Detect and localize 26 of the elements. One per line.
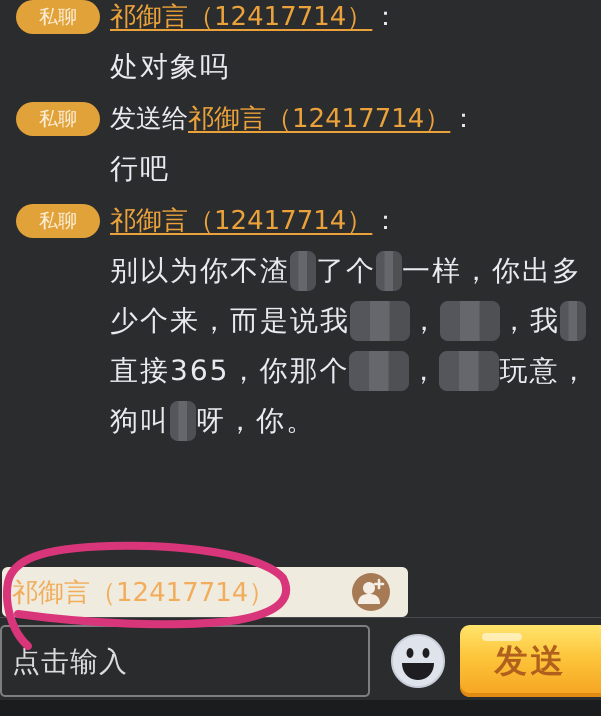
message-text: 狗叫 <box>110 403 170 439</box>
reply-target-name: 祁御言（12417714） <box>12 576 274 610</box>
message-text: 一样，你出多 <box>402 253 582 289</box>
message-header: 祁御言（12417714）： <box>110 205 398 238</box>
message-header: 发送给祁御言（12417714）： <box>110 103 476 136</box>
username-link[interactable]: 祁御言（12417714） <box>110 206 372 236</box>
private-chat-badge: 私聊 <box>16 204 100 238</box>
message-text: 呀，你。 <box>196 403 316 439</box>
message-text: 别以为你不渣 <box>110 253 290 289</box>
private-chat-badge: 私聊 <box>16 102 100 136</box>
username-link[interactable]: 祁御言（12417714） <box>188 104 450 134</box>
message-text: 行吧 <box>110 151 170 187</box>
smiley-emoji-icon[interactable] <box>390 633 446 689</box>
private-chat-badge: 私聊 <box>16 0 100 34</box>
message-text: ， <box>409 353 440 389</box>
message-text: ，我 <box>500 303 560 339</box>
message-text: 了个 <box>316 253 376 289</box>
message-text: 直接365，你那个 <box>110 353 350 389</box>
message-text: 少个来，而是说我 <box>110 303 350 339</box>
message-text: 玩意， <box>499 353 590 389</box>
message-text: 处对象吗 <box>110 49 230 85</box>
message-header: 祁御言（12417714）： <box>110 1 398 34</box>
username-link[interactable]: 祁御言（12417714） <box>110 2 372 32</box>
message-input-field[interactable]: 点击输入 <box>0 625 370 697</box>
add-friend-icon[interactable] <box>352 573 390 611</box>
message-text: ， <box>410 303 440 339</box>
